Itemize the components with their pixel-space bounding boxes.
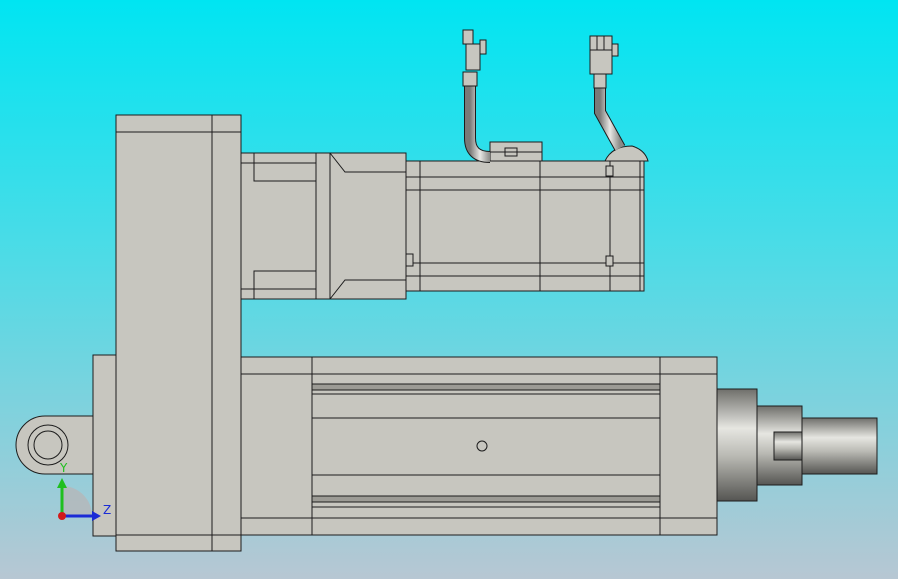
connector-block	[489, 141, 543, 162]
triad-plane-shade	[62, 486, 92, 516]
motor-adapter	[240, 152, 407, 300]
triad-origin	[58, 512, 66, 520]
encoder-cable	[589, 35, 626, 151]
triad-y-arrow	[57, 478, 67, 488]
actuator-housing	[239, 356, 718, 536]
triad-z-label: Z	[103, 503, 111, 517]
power-cable	[462, 29, 491, 163]
rod-end-cap	[716, 388, 878, 502]
actuator-model-drawing: Y Z	[15, 29, 878, 552]
triad-y-label: Y	[59, 461, 68, 475]
servo-motor	[405, 145, 649, 292]
cad-viewport[interactable]: Y Z	[0, 0, 898, 579]
belt-housing	[115, 114, 242, 552]
